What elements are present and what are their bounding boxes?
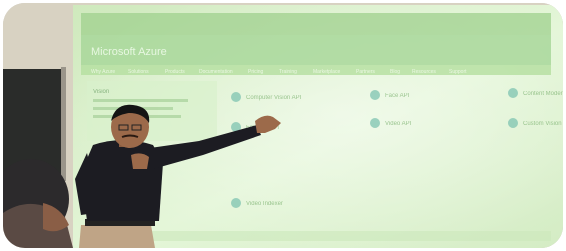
chest-hand (131, 153, 149, 169)
tile-icon (370, 90, 380, 100)
slide-menu-item: Support (449, 69, 467, 75)
tile-label: Computer Vision API (246, 95, 302, 101)
slide-menu-item: Documentation (199, 69, 233, 75)
tile-label: Custom Vision Service (523, 121, 563, 127)
photo-frame: Microsoft Azure Why Azure Solutions Produc… (3, 3, 563, 248)
tile-icon (370, 118, 380, 128)
slide-sidebar-title: Vision (93, 89, 109, 95)
tile-icon (508, 88, 518, 98)
slide-menu-item: Partners (356, 69, 375, 75)
tile-icon (508, 118, 518, 128)
slide-menu-item: Marketplace (313, 69, 340, 75)
slide-top-bar (81, 13, 551, 35)
slide-menu-item: Products (165, 69, 185, 75)
tile-label: Face API (385, 93, 410, 99)
slide-header-title: Microsoft Azure (91, 46, 167, 58)
slide-menu-item: Blog (390, 69, 400, 75)
tile-icon (231, 92, 241, 102)
slide-menu-item: Resources (412, 69, 436, 75)
blackboard-frame (61, 67, 66, 181)
tile-label: Video Indexer (246, 201, 283, 207)
presentation-photo: Microsoft Azure Why Azure Solutions Produc… (3, 3, 563, 248)
slide-menu-item: Solutions (128, 69, 149, 75)
sidebar-line (93, 99, 188, 102)
tile-label: Content Moderator (523, 91, 563, 97)
slide-menu-item: Why Azure (91, 69, 115, 75)
slide-menu-item: Pricing (248, 69, 264, 75)
tile-label: Video API (385, 121, 412, 127)
trousers (79, 225, 155, 248)
tile-icon (231, 198, 241, 208)
slide-menu-item: Training (279, 69, 297, 75)
